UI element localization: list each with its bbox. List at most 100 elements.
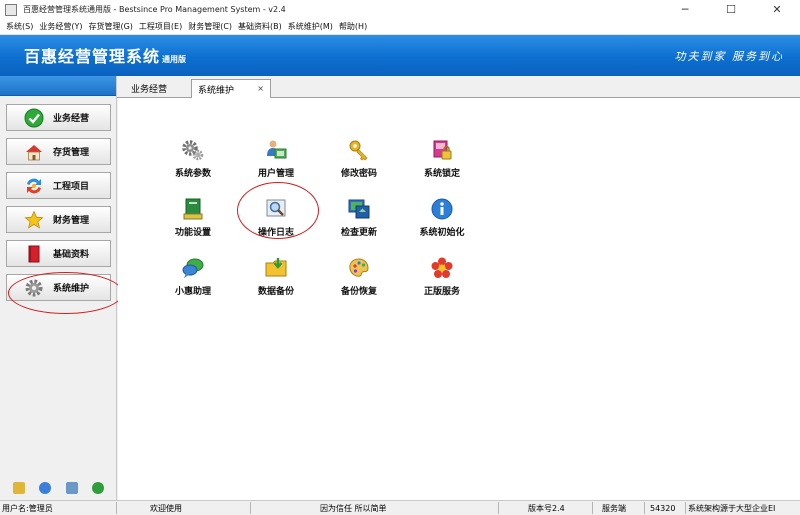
status-architecture: 系统架构源于大型企业EI [688,504,776,513]
tab-maintenance[interactable]: 系统维护 × [191,79,271,99]
menu-basic-data[interactable]: 基础资料(B) [235,21,285,32]
sidebar-item-projects[interactable]: 工程项目 [6,172,111,199]
flower-icon [430,256,454,280]
menu-projects[interactable]: 工程项目(E) [136,21,185,32]
status-separator [116,502,117,514]
info-icon [430,197,454,221]
chat-icon [181,256,205,280]
status-separator [592,502,593,514]
minimize-button[interactable]: ─ [662,0,708,19]
module-data-backup[interactable]: 数据备份 [236,254,316,304]
sidebar-item-maintenance[interactable]: 系统维护 [6,274,111,301]
cycle-arrows-icon [24,176,44,196]
sidebar: 业务经营 存货管理 工程项目 财务管理 基础资料 系统维护 [0,76,117,500]
status-separator [685,502,686,514]
module-label: 小惠助理 [174,287,211,297]
status-bar: 用户名:管理员 欢迎使用 因为信任 所以简单 版本号2.4 服务端 54320 … [0,500,800,515]
refresh-icon[interactable] [91,481,104,494]
sidebar-item-label: 存货管理 [53,148,90,158]
menu-business[interactable]: 业务经营(Y) [36,21,85,32]
module-label: 功能设置 [174,228,211,238]
status-welcome: 欢迎使用 [150,504,182,513]
lock-icon [430,138,454,162]
module-system-params[interactable]: 系统参数 [153,136,233,186]
status-separator [498,502,499,514]
sidebar-toolbar [0,475,117,500]
sidebar-item-inventory[interactable]: 存货管理 [6,138,111,165]
folder-download-icon [264,256,288,280]
sidebar-item-finance[interactable]: 财务管理 [6,206,111,233]
module-check-update[interactable]: 检查更新 [319,195,399,245]
banner-title-text: 百惠经营管理系统 [24,47,161,66]
module-label: 备份恢复 [340,287,377,297]
module-function-settings[interactable]: 功能设置 [153,195,233,245]
window-icon[interactable] [65,481,78,494]
module-label: 用户管理 [257,169,294,179]
sidebar-item-label: 系统维护 [53,284,90,294]
module-operation-log[interactable]: 操作日志 [236,195,316,245]
status-version: 版本号2.4 [528,504,565,513]
module-system-init[interactable]: 系统初始化 [402,195,482,245]
menu-system[interactable]: 系统(S) [3,21,36,32]
menu-bar: 系统(S) 业务经营(Y) 存货管理(G) 工程项目(E) 财务管理(C) 基础… [0,19,800,35]
module-label: 系统初始化 [419,228,465,238]
module-label: 数据备份 [257,287,294,297]
status-user: 用户名:管理员 [2,504,53,513]
tab-strip: 业务经营 系统维护 × [117,76,800,99]
module-change-password[interactable]: 修改密码 [319,136,399,186]
status-server: 服务端 [602,504,626,513]
sidebar-item-label: 业务经营 [53,114,90,124]
sidebar-item-basic-data[interactable]: 基础资料 [6,240,111,267]
status-separator [644,502,645,514]
sidebar-item-business[interactable]: 业务经营 [6,104,111,131]
check-circle-icon [24,108,44,128]
module-system-lock[interactable]: 系统锁定 [402,136,482,186]
users-icon [264,138,288,162]
sidebar-item-label: 工程项目 [53,182,90,192]
menu-finance[interactable]: 财务管理(C) [185,21,235,32]
status-motto: 因为信任 所以简单 [320,504,387,513]
banner-slogan: 功夫到家 服务到心 [674,50,784,63]
menu-maintenance[interactable]: 系统维护(M) [285,21,336,32]
status-separator [250,502,251,514]
application-window: 百惠经营管理系统通用版 - Bestsince Pro Management S… [0,0,800,515]
note-icon[interactable] [13,481,26,494]
gears-icon [181,138,205,162]
status-port: 54320 [650,504,676,513]
module-label: 系统参数 [174,169,211,179]
red-book-icon [24,244,44,264]
palette-icon [347,256,371,280]
magnifier-log-icon [264,197,288,221]
window-title: 百惠经营管理系统通用版 - Bestsince Pro Management S… [23,5,286,14]
help-icon[interactable] [39,481,52,494]
sidebar-item-label: 财务管理 [53,216,90,226]
menu-inventory[interactable]: 存货管理(G) [85,21,135,32]
banner-title: 百惠经营管理系统 通用版 [24,43,186,67]
maximize-button[interactable]: ☐ [708,0,754,19]
module-user-management[interactable]: 用户管理 [236,136,316,186]
module-label: 系统锁定 [423,169,460,179]
star-icon [24,209,44,230]
tab-label: 业务经营 [131,85,168,95]
header-banner: 百惠经营管理系统 通用版 功夫到家 服务到心 [0,35,800,76]
tab-business[interactable]: 业务经营 [125,79,173,98]
module-panel: 系统参数 用户管理 修改密码 系统锁定 功能设置 操作日志 检查更新 系统初始化… [118,98,800,500]
module-genuine-service[interactable]: 正版服务 [402,254,482,304]
module-backup-restore[interactable]: 备份恢复 [319,254,399,304]
sidebar-item-label: 基础资料 [53,250,90,260]
module-assistant[interactable]: 小惠助理 [153,254,233,304]
tab-label: 系统维护 [198,86,235,96]
sidebar-header [0,76,116,96]
key-icon [347,138,371,162]
book-settings-icon [181,197,205,221]
module-label: 检查更新 [340,228,377,238]
module-label: 修改密码 [340,169,377,179]
house-icon [24,142,44,162]
menu-help[interactable]: 帮助(H) [336,21,370,32]
close-button[interactable]: ✕ [754,0,800,19]
tab-close-icon[interactable]: × [257,84,264,93]
title-bar: 百惠经营管理系统通用版 - Bestsince Pro Management S… [0,0,800,19]
app-icon [5,3,17,16]
banner-edition: 通用版 [162,55,187,64]
update-icon [347,197,371,221]
